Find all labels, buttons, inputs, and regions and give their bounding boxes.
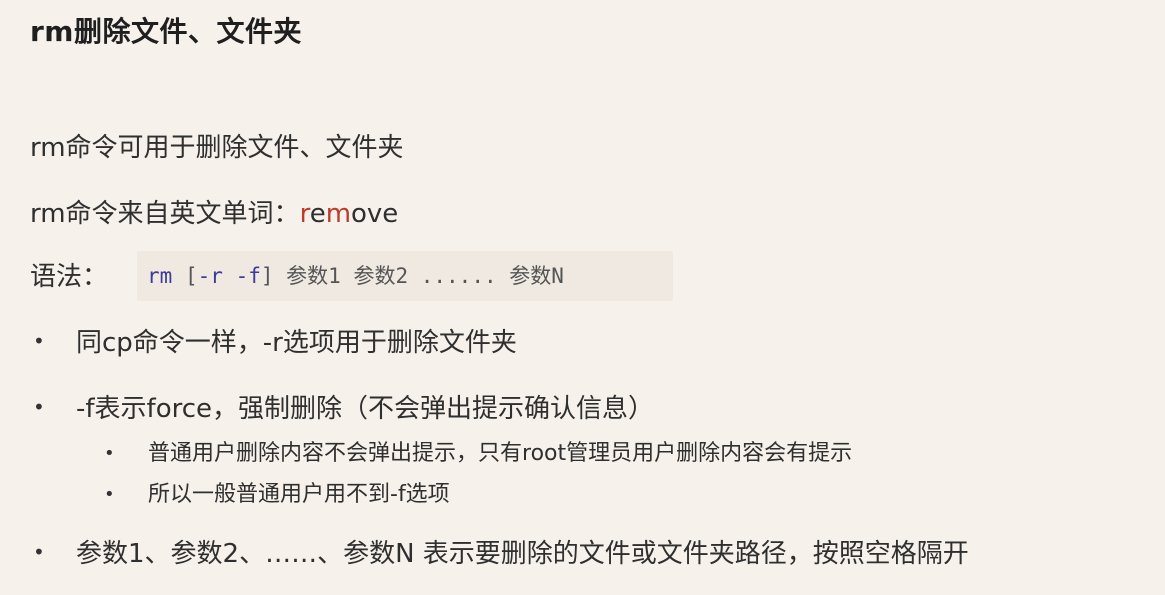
intro-line: rm命令可用于删除文件、文件夹 — [30, 133, 404, 163]
syntax-close-bracket: ] — [260, 264, 274, 288]
bullet-mark: • — [33, 540, 45, 564]
origin-word-m: m — [325, 199, 352, 229]
syntax-open-bracket: [ — [184, 264, 198, 288]
origin-word-rest: ove — [351, 199, 399, 229]
bullet-text: -f表示force，强制删除（不会弹出提示确认信息） — [76, 394, 655, 424]
bullet-text: 参数1、参数2、……、参数N 表示要删除的文件或文件夹路径，按照空格隔开 — [76, 539, 969, 569]
bullet-text: 同cp命令一样，-r选项用于删除文件夹 — [76, 328, 517, 358]
sub-bullet-mark: • — [104, 484, 115, 505]
slide: rm删除文件、文件夹 rm命令可用于删除文件、文件夹 rm命令来自英文单词：re… — [0, 0, 1165, 595]
bullet-mark: • — [33, 395, 45, 419]
sub-bullet-mark: • — [104, 443, 115, 464]
syntax-code: rm [-r -f] 参数1 参数2 ...... 参数N — [147, 259, 564, 293]
bullet-mark: • — [33, 329, 45, 353]
origin-line: rm命令来自英文单词：remove — [30, 196, 398, 232]
origin-prefix: rm命令来自英文单词： — [30, 199, 300, 229]
origin-word-e: e — [309, 199, 326, 229]
origin-word-r: r — [299, 199, 310, 229]
syntax-label: 语法： — [30, 262, 109, 292]
syntax-args: 参数1 参数2 ...... 参数N — [286, 264, 564, 288]
syntax-cmd: rm — [147, 264, 173, 288]
page-title: rm删除文件、文件夹 — [30, 15, 302, 48]
syntax-opt-r: -r — [197, 264, 223, 288]
sub-bullet-text: 所以一般普通用户用不到-f选项 — [148, 482, 450, 507]
sub-bullet-text: 普通用户删除内容不会弹出提示，只有root管理员用户删除内容会有提示 — [148, 441, 853, 466]
syntax-opt-f: -f — [235, 264, 261, 288]
